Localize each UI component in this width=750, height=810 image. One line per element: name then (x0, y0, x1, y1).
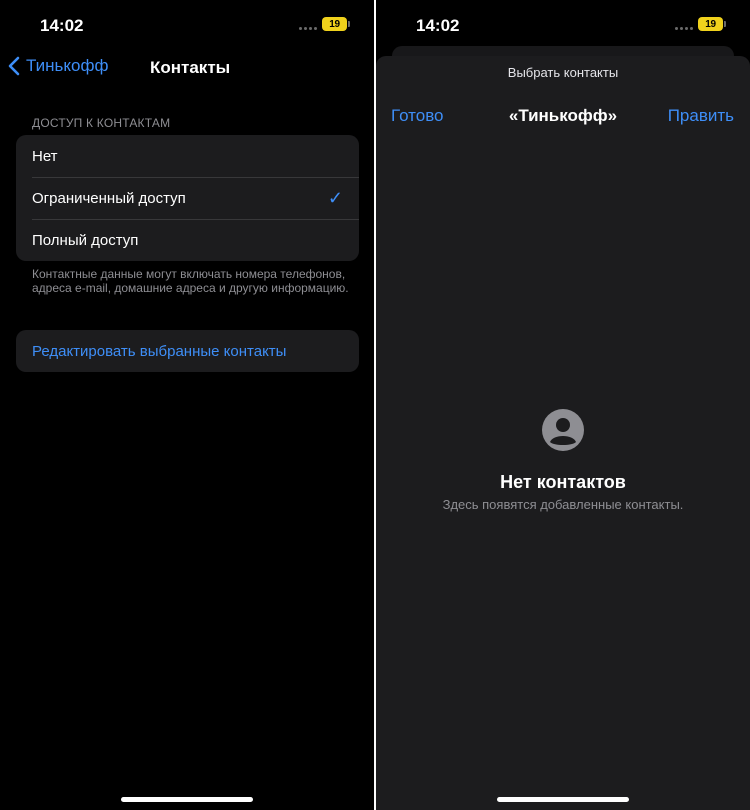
status-time: 14:02 (416, 16, 460, 35)
signal-icon (299, 27, 317, 30)
signal-icon (675, 27, 693, 30)
section-header: ДОСТУП К КОНТАКТАМ (32, 116, 171, 130)
section-footer-note: Контактные данные могут включать номера … (32, 267, 349, 295)
option-label: Ограниченный доступ (32, 189, 186, 207)
contact-picker-screen: 14:02 19 Выбрать контакты Готово «Тинько… (376, 0, 750, 810)
edit-contacts-group: Редактировать выбранные контакты (16, 330, 359, 372)
home-indicator[interactable] (121, 797, 253, 802)
edit-button[interactable]: Править (668, 106, 734, 126)
back-button[interactable]: Тинькофф (8, 56, 108, 76)
settings-contacts-screen: 14:02 19 Тинькофф Контакты ДОСТУП К КОНТ… (0, 0, 374, 810)
option-label: Нет (32, 147, 58, 165)
edit-selected-contacts-button[interactable]: Редактировать выбранные контакты (16, 330, 359, 372)
home-indicator[interactable] (497, 797, 629, 802)
empty-state-subtitle: Здесь появятся добавленные контакты. (442, 497, 684, 512)
battery-icon: 19 (698, 17, 726, 31)
checkmark-icon: ✓ (327, 187, 343, 208)
contact-picker-sheet: Выбрать контакты Готово «Тинькофф» Прави… (376, 56, 750, 810)
battery-icon: 19 (322, 17, 350, 31)
option-limited-access[interactable]: Ограниченный доступ ✓ (16, 177, 359, 219)
back-button-label: Тинькофф (26, 56, 109, 75)
access-options-group: Нет Ограниченный доступ ✓ Полный доступ (16, 135, 359, 261)
person-circle-icon (542, 409, 584, 451)
option-label: Полный доступ (32, 231, 139, 249)
empty-state-title: Нет контактов (500, 472, 626, 492)
option-none[interactable]: Нет (16, 135, 359, 177)
sheet-caption: Выбрать контакты (507, 65, 619, 80)
status-time: 14:02 (40, 16, 84, 35)
page-title: Контакты (150, 58, 231, 77)
chevron-left-icon (8, 56, 20, 76)
option-full-access[interactable]: Полный доступ (16, 219, 359, 261)
